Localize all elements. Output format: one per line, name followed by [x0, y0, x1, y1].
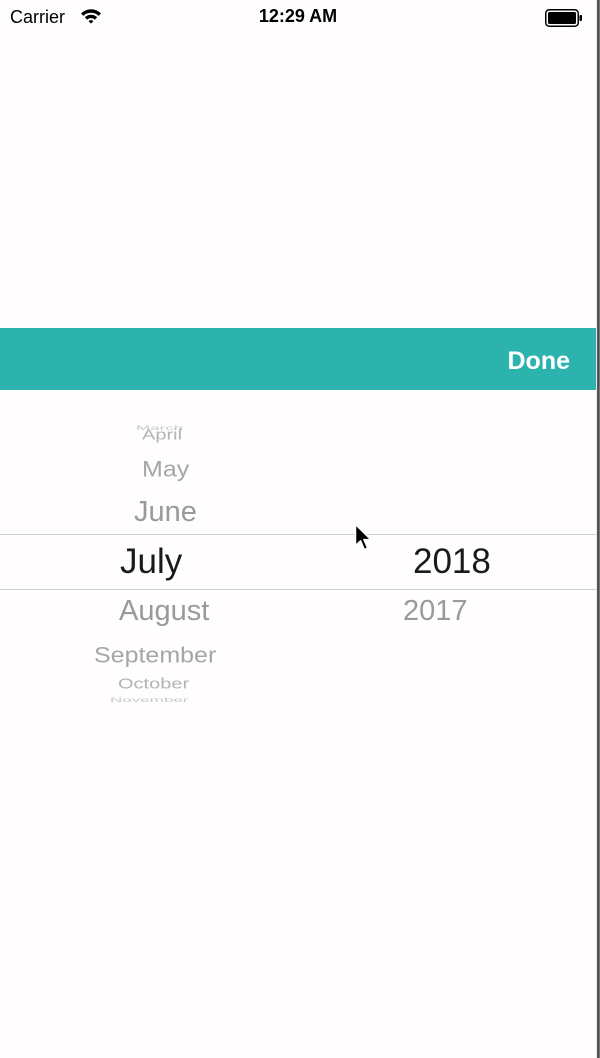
month-option[interactable]: September	[94, 642, 216, 668]
selection-bottom-line	[0, 589, 596, 590]
mouse-pointer-icon	[354, 523, 372, 551]
selection-top-line	[0, 534, 596, 535]
selected-month[interactable]: July	[120, 542, 182, 582]
year-option[interactable]: 2017	[403, 595, 468, 628]
selected-year[interactable]: 2018	[413, 542, 491, 582]
month-option[interactable]: May	[142, 456, 189, 482]
month-option[interactable]: November	[110, 696, 188, 704]
date-picker[interactable]: March April May June July August Septemb…	[0, 390, 596, 730]
device-edge	[596, 0, 600, 1058]
done-button[interactable]: Done	[508, 347, 571, 376]
status-bar: Carrier 12:29 AM	[0, 0, 596, 36]
month-option[interactable]: August	[119, 595, 209, 628]
picker-toolbar: Done	[0, 328, 596, 390]
clock-time: 12:29 AM	[258, 6, 338, 26]
month-option[interactable]: October	[118, 676, 189, 693]
month-option[interactable]: April	[142, 427, 182, 444]
battery-icon	[545, 9, 582, 27]
month-option[interactable]: June	[134, 496, 197, 529]
